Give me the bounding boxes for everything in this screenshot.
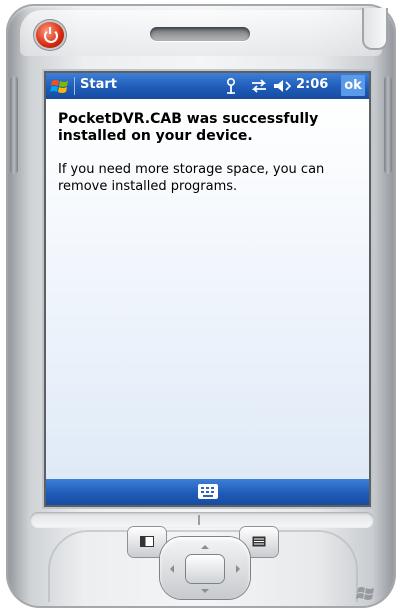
title-bar: Start 2:06 ok <box>46 73 369 99</box>
connectivity-icon[interactable] <box>249 76 269 96</box>
keyboard-icon[interactable] <box>198 484 218 499</box>
ok-button[interactable]: ok <box>341 75 365 96</box>
device-screen: Start 2:06 ok PocketDVR.CAB was successf… <box>46 73 369 505</box>
dpad-left-icon[interactable] <box>166 565 174 573</box>
clock[interactable]: 2:06 <box>296 77 328 92</box>
content-area: PocketDVR.CAB was successfully installed… <box>46 99 369 479</box>
start-flag-icon[interactable] <box>50 76 70 96</box>
lower-bezel-band <box>30 512 374 528</box>
bezel-notch <box>198 515 200 525</box>
contacts-icon <box>252 536 266 547</box>
dpad-center-button[interactable] <box>186 555 224 583</box>
left-side-grip <box>10 76 18 174</box>
title-separator <box>74 77 75 95</box>
windows-logo-icon <box>356 587 374 600</box>
calendar-icon <box>140 536 154 547</box>
title-text[interactable]: Start <box>80 77 117 92</box>
storage-hint-text: If you need more storage space, you can … <box>58 162 325 194</box>
power-button[interactable] <box>36 22 64 48</box>
install-success-heading: PocketDVR.CAB was successfully installed… <box>58 111 319 144</box>
dpad-down-icon[interactable] <box>201 589 209 597</box>
volume-icon[interactable] <box>272 76 292 96</box>
stylus-slot <box>362 8 388 50</box>
dpad-up-icon[interactable] <box>201 541 209 549</box>
menu-bar <box>46 479 369 505</box>
dpad-right-icon[interactable] <box>236 565 244 573</box>
right-side-grip <box>384 76 392 174</box>
antenna-icon[interactable] <box>221 76 241 96</box>
speaker-grille <box>150 27 250 41</box>
